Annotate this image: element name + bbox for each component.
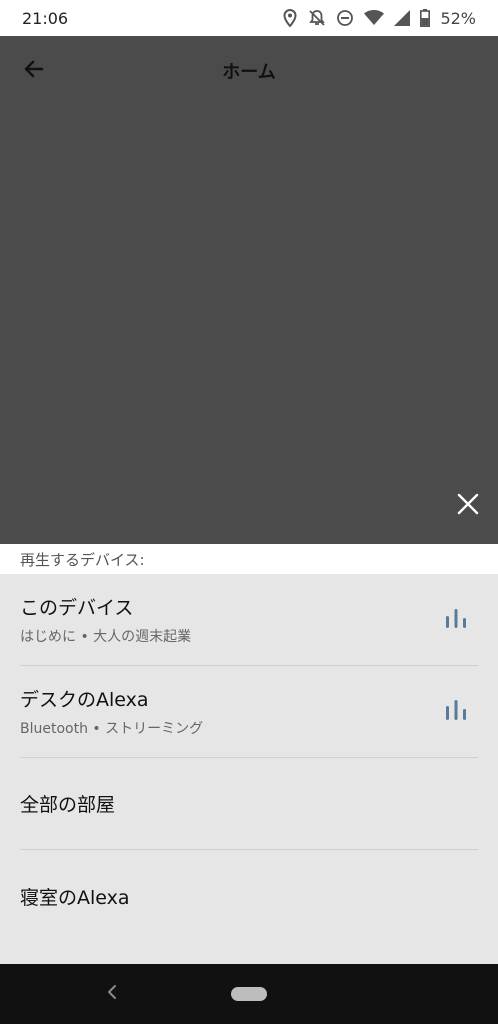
device-item-desk-alexa[interactable]: デスクのAlexa Bluetooth • ストリーミング bbox=[20, 666, 478, 758]
arrow-left-icon bbox=[22, 57, 46, 85]
battery-icon bbox=[420, 9, 431, 27]
signal-icon bbox=[394, 10, 411, 26]
status-bar: 21:06 52% bbox=[0, 0, 498, 36]
device-subtitle: はじめに • 大人の週末起業 bbox=[20, 629, 192, 645]
device-item-this-device[interactable]: このデバイス はじめに • 大人の週末起業 bbox=[20, 574, 478, 666]
nav-home-pill[interactable] bbox=[231, 987, 267, 1001]
device-title: 寝室のAlexa bbox=[20, 886, 130, 909]
back-button[interactable] bbox=[16, 53, 52, 89]
equalizer-icon bbox=[444, 607, 468, 633]
nav-back-button[interactable] bbox=[100, 982, 124, 1006]
close-icon bbox=[456, 492, 480, 520]
chevron-left-icon bbox=[106, 984, 118, 1004]
status-time: 21:06 bbox=[22, 8, 69, 28]
notifications-off-icon bbox=[308, 9, 326, 27]
device-list-sheet: このデバイス はじめに • 大人の週末起業 デスクのAlexa Bluetoot… bbox=[0, 574, 498, 964]
device-item-all-rooms[interactable]: 全部の部屋 bbox=[20, 758, 478, 850]
location-icon bbox=[282, 9, 298, 27]
section-label-text: 再生するデバイス: bbox=[20, 550, 145, 569]
device-item-bedroom-alexa[interactable]: 寝室のAlexa bbox=[20, 850, 478, 942]
battery-percent: 52% bbox=[440, 8, 476, 28]
wifi-icon bbox=[364, 10, 385, 26]
device-subtitle: Bluetooth • ストリーミング bbox=[20, 721, 204, 737]
page-title: ホーム bbox=[222, 62, 276, 83]
status-icons: 52% bbox=[282, 9, 476, 28]
device-title: 全部の部屋 bbox=[20, 794, 116, 816]
top-app-bar: ホーム bbox=[0, 36, 498, 106]
close-button[interactable] bbox=[450, 488, 486, 524]
equalizer-icon bbox=[444, 699, 468, 725]
do-not-disturb-icon bbox=[336, 9, 354, 27]
system-nav-bar bbox=[0, 964, 498, 1024]
dimmed-player-overlay[interactable]: ホーム bbox=[0, 36, 498, 544]
device-title: デスクのAlexa bbox=[20, 689, 149, 711]
section-label: 再生するデバイス: bbox=[0, 544, 498, 574]
device-title: このデバイス bbox=[20, 597, 134, 619]
